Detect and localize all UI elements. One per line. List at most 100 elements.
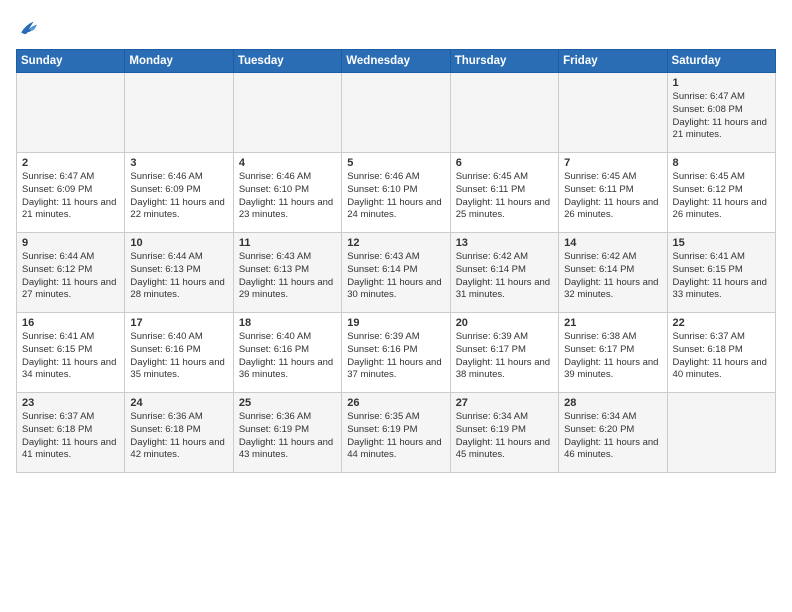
logo-text bbox=[16, 16, 40, 43]
day-number: 8 bbox=[673, 157, 770, 169]
day-number: 11 bbox=[239, 237, 336, 249]
calendar-cell: 26 Sunrise: 6:35 AMSunset: 6:19 PMDayligh… bbox=[342, 393, 450, 473]
calendar-cell bbox=[125, 73, 233, 153]
calendar-header-row: SundayMondayTuesdayWednesdayThursdayFrid… bbox=[17, 50, 776, 73]
day-info: Sunrise: 6:43 AMSunset: 6:13 PMDaylight:… bbox=[239, 251, 336, 302]
day-number: 10 bbox=[130, 237, 227, 249]
day-info: Sunrise: 6:43 AMSunset: 6:14 PMDaylight:… bbox=[347, 251, 444, 302]
day-number: 20 bbox=[456, 317, 553, 329]
logo-bird-icon bbox=[18, 16, 40, 38]
weekday-header-saturday: Saturday bbox=[667, 50, 775, 73]
calendar-cell: 11 Sunrise: 6:43 AMSunset: 6:13 PMDayligh… bbox=[233, 233, 341, 313]
calendar-cell: 9 Sunrise: 6:44 AMSunset: 6:12 PMDaylight… bbox=[17, 233, 125, 313]
calendar-cell bbox=[17, 73, 125, 153]
day-info: Sunrise: 6:46 AMSunset: 6:10 PMDaylight:… bbox=[239, 171, 336, 222]
day-info: Sunrise: 6:40 AMSunset: 6:16 PMDaylight:… bbox=[130, 331, 227, 382]
day-number: 1 bbox=[673, 77, 770, 89]
day-info: Sunrise: 6:38 AMSunset: 6:17 PMDaylight:… bbox=[564, 331, 661, 382]
calendar-week-row: 23Sunrise: 6:37 AMSunset: 6:18 PMDayligh… bbox=[17, 393, 776, 473]
calendar-cell: 25 Sunrise: 6:36 AMSunset: 6:19 PMDayligh… bbox=[233, 393, 341, 473]
calendar-cell: 3 Sunrise: 6:46 AMSunset: 6:09 PMDaylight… bbox=[125, 153, 233, 233]
day-info: Sunrise: 6:37 AMSunset: 6:18 PMDaylight:… bbox=[22, 411, 119, 462]
day-info: Sunrise: 6:41 AMSunset: 6:15 PMDaylight:… bbox=[673, 251, 770, 302]
calendar-week-row: 16Sunrise: 6:41 AMSunset: 6:15 PMDayligh… bbox=[17, 313, 776, 393]
calendar-cell: 5 Sunrise: 6:46 AMSunset: 6:10 PMDaylight… bbox=[342, 153, 450, 233]
day-info: Sunrise: 6:45 AMSunset: 6:11 PMDaylight:… bbox=[456, 171, 553, 222]
day-number: 24 bbox=[130, 397, 227, 409]
day-info: Sunrise: 6:34 AMSunset: 6:20 PMDaylight:… bbox=[564, 411, 661, 462]
calendar-cell: 1 Sunrise: 6:47 AMSunset: 6:08 PMDaylight… bbox=[667, 73, 775, 153]
day-number: 17 bbox=[130, 317, 227, 329]
day-number: 7 bbox=[564, 157, 661, 169]
day-info: Sunrise: 6:45 AMSunset: 6:11 PMDaylight:… bbox=[564, 171, 661, 222]
calendar-cell: 17 Sunrise: 6:40 AMSunset: 6:16 PMDayligh… bbox=[125, 313, 233, 393]
day-number: 3 bbox=[130, 157, 227, 169]
calendar-table: SundayMondayTuesdayWednesdayThursdayFrid… bbox=[16, 49, 776, 473]
day-info: Sunrise: 6:42 AMSunset: 6:14 PMDaylight:… bbox=[564, 251, 661, 302]
day-info: Sunrise: 6:40 AMSunset: 6:16 PMDaylight:… bbox=[239, 331, 336, 382]
calendar-cell: 4 Sunrise: 6:46 AMSunset: 6:10 PMDaylight… bbox=[233, 153, 341, 233]
day-number: 6 bbox=[456, 157, 553, 169]
day-number: 2 bbox=[22, 157, 119, 169]
weekday-header-tuesday: Tuesday bbox=[233, 50, 341, 73]
calendar-cell: 2 Sunrise: 6:47 AMSunset: 6:09 PMDaylight… bbox=[17, 153, 125, 233]
day-info: Sunrise: 6:47 AMSunset: 6:09 PMDaylight:… bbox=[22, 171, 119, 222]
day-info: Sunrise: 6:44 AMSunset: 6:13 PMDaylight:… bbox=[130, 251, 227, 302]
calendar-cell: 13 Sunrise: 6:42 AMSunset: 6:14 PMDayligh… bbox=[450, 233, 558, 313]
calendar-week-row: 1 Sunrise: 6:47 AMSunset: 6:08 PMDaylight… bbox=[17, 73, 776, 153]
calendar-cell: 15 Sunrise: 6:41 AMSunset: 6:15 PMDayligh… bbox=[667, 233, 775, 313]
day-number: 18 bbox=[239, 317, 336, 329]
day-number: 21 bbox=[564, 317, 661, 329]
day-number: 22 bbox=[673, 317, 770, 329]
calendar-cell: 24 Sunrise: 6:36 AMSunset: 6:18 PMDayligh… bbox=[125, 393, 233, 473]
day-number: 19 bbox=[347, 317, 444, 329]
day-number: 16 bbox=[22, 317, 119, 329]
day-info: Sunrise: 6:39 AMSunset: 6:16 PMDaylight:… bbox=[347, 331, 444, 382]
weekday-header-wednesday: Wednesday bbox=[342, 50, 450, 73]
calendar-week-row: 2 Sunrise: 6:47 AMSunset: 6:09 PMDaylight… bbox=[17, 153, 776, 233]
day-info: Sunrise: 6:46 AMSunset: 6:09 PMDaylight:… bbox=[130, 171, 227, 222]
day-info: Sunrise: 6:46 AMSunset: 6:10 PMDaylight:… bbox=[347, 171, 444, 222]
calendar-cell bbox=[342, 73, 450, 153]
day-number: 4 bbox=[239, 157, 336, 169]
day-info: Sunrise: 6:35 AMSunset: 6:19 PMDaylight:… bbox=[347, 411, 444, 462]
weekday-header-thursday: Thursday bbox=[450, 50, 558, 73]
day-number: 28 bbox=[564, 397, 661, 409]
day-number: 12 bbox=[347, 237, 444, 249]
calendar-cell: 20 Sunrise: 6:39 AMSunset: 6:17 PMDayligh… bbox=[450, 313, 558, 393]
calendar-cell: 16Sunrise: 6:41 AMSunset: 6:15 PMDayligh… bbox=[17, 313, 125, 393]
day-info: Sunrise: 6:34 AMSunset: 6:19 PMDaylight:… bbox=[456, 411, 553, 462]
day-info: Sunrise: 6:47 AMSunset: 6:08 PMDaylight:… bbox=[673, 91, 770, 142]
day-info: Sunrise: 6:36 AMSunset: 6:19 PMDaylight:… bbox=[239, 411, 336, 462]
weekday-header-friday: Friday bbox=[559, 50, 667, 73]
day-number: 5 bbox=[347, 157, 444, 169]
calendar-cell: 8Sunrise: 6:45 AMSunset: 6:12 PMDaylight… bbox=[667, 153, 775, 233]
day-number: 14 bbox=[564, 237, 661, 249]
calendar-cell bbox=[450, 73, 558, 153]
weekday-header-monday: Monday bbox=[125, 50, 233, 73]
day-info: Sunrise: 6:44 AMSunset: 6:12 PMDaylight:… bbox=[22, 251, 119, 302]
calendar-cell: 22Sunrise: 6:37 AMSunset: 6:18 PMDayligh… bbox=[667, 313, 775, 393]
calendar-cell: 18 Sunrise: 6:40 AMSunset: 6:16 PMDayligh… bbox=[233, 313, 341, 393]
calendar-cell: 10 Sunrise: 6:44 AMSunset: 6:13 PMDayligh… bbox=[125, 233, 233, 313]
day-number: 9 bbox=[22, 237, 119, 249]
day-number: 25 bbox=[239, 397, 336, 409]
calendar-cell bbox=[233, 73, 341, 153]
day-number: 15 bbox=[673, 237, 770, 249]
day-info: Sunrise: 6:39 AMSunset: 6:17 PMDaylight:… bbox=[456, 331, 553, 382]
calendar-cell: 12 Sunrise: 6:43 AMSunset: 6:14 PMDayligh… bbox=[342, 233, 450, 313]
day-number: 27 bbox=[456, 397, 553, 409]
calendar-cell: 14 Sunrise: 6:42 AMSunset: 6:14 PMDayligh… bbox=[559, 233, 667, 313]
day-number: 13 bbox=[456, 237, 553, 249]
calendar-cell bbox=[667, 393, 775, 473]
day-info: Sunrise: 6:36 AMSunset: 6:18 PMDaylight:… bbox=[130, 411, 227, 462]
day-number: 26 bbox=[347, 397, 444, 409]
calendar-cell: 6 Sunrise: 6:45 AMSunset: 6:11 PMDaylight… bbox=[450, 153, 558, 233]
calendar-cell: 7 Sunrise: 6:45 AMSunset: 6:11 PMDaylight… bbox=[559, 153, 667, 233]
page-header bbox=[16, 16, 776, 43]
calendar-cell: 28 Sunrise: 6:34 AMSunset: 6:20 PMDayligh… bbox=[559, 393, 667, 473]
calendar-cell: 19 Sunrise: 6:39 AMSunset: 6:16 PMDayligh… bbox=[342, 313, 450, 393]
day-info: Sunrise: 6:42 AMSunset: 6:14 PMDaylight:… bbox=[456, 251, 553, 302]
logo bbox=[16, 16, 40, 43]
calendar-cell: 27 Sunrise: 6:34 AMSunset: 6:19 PMDayligh… bbox=[450, 393, 558, 473]
